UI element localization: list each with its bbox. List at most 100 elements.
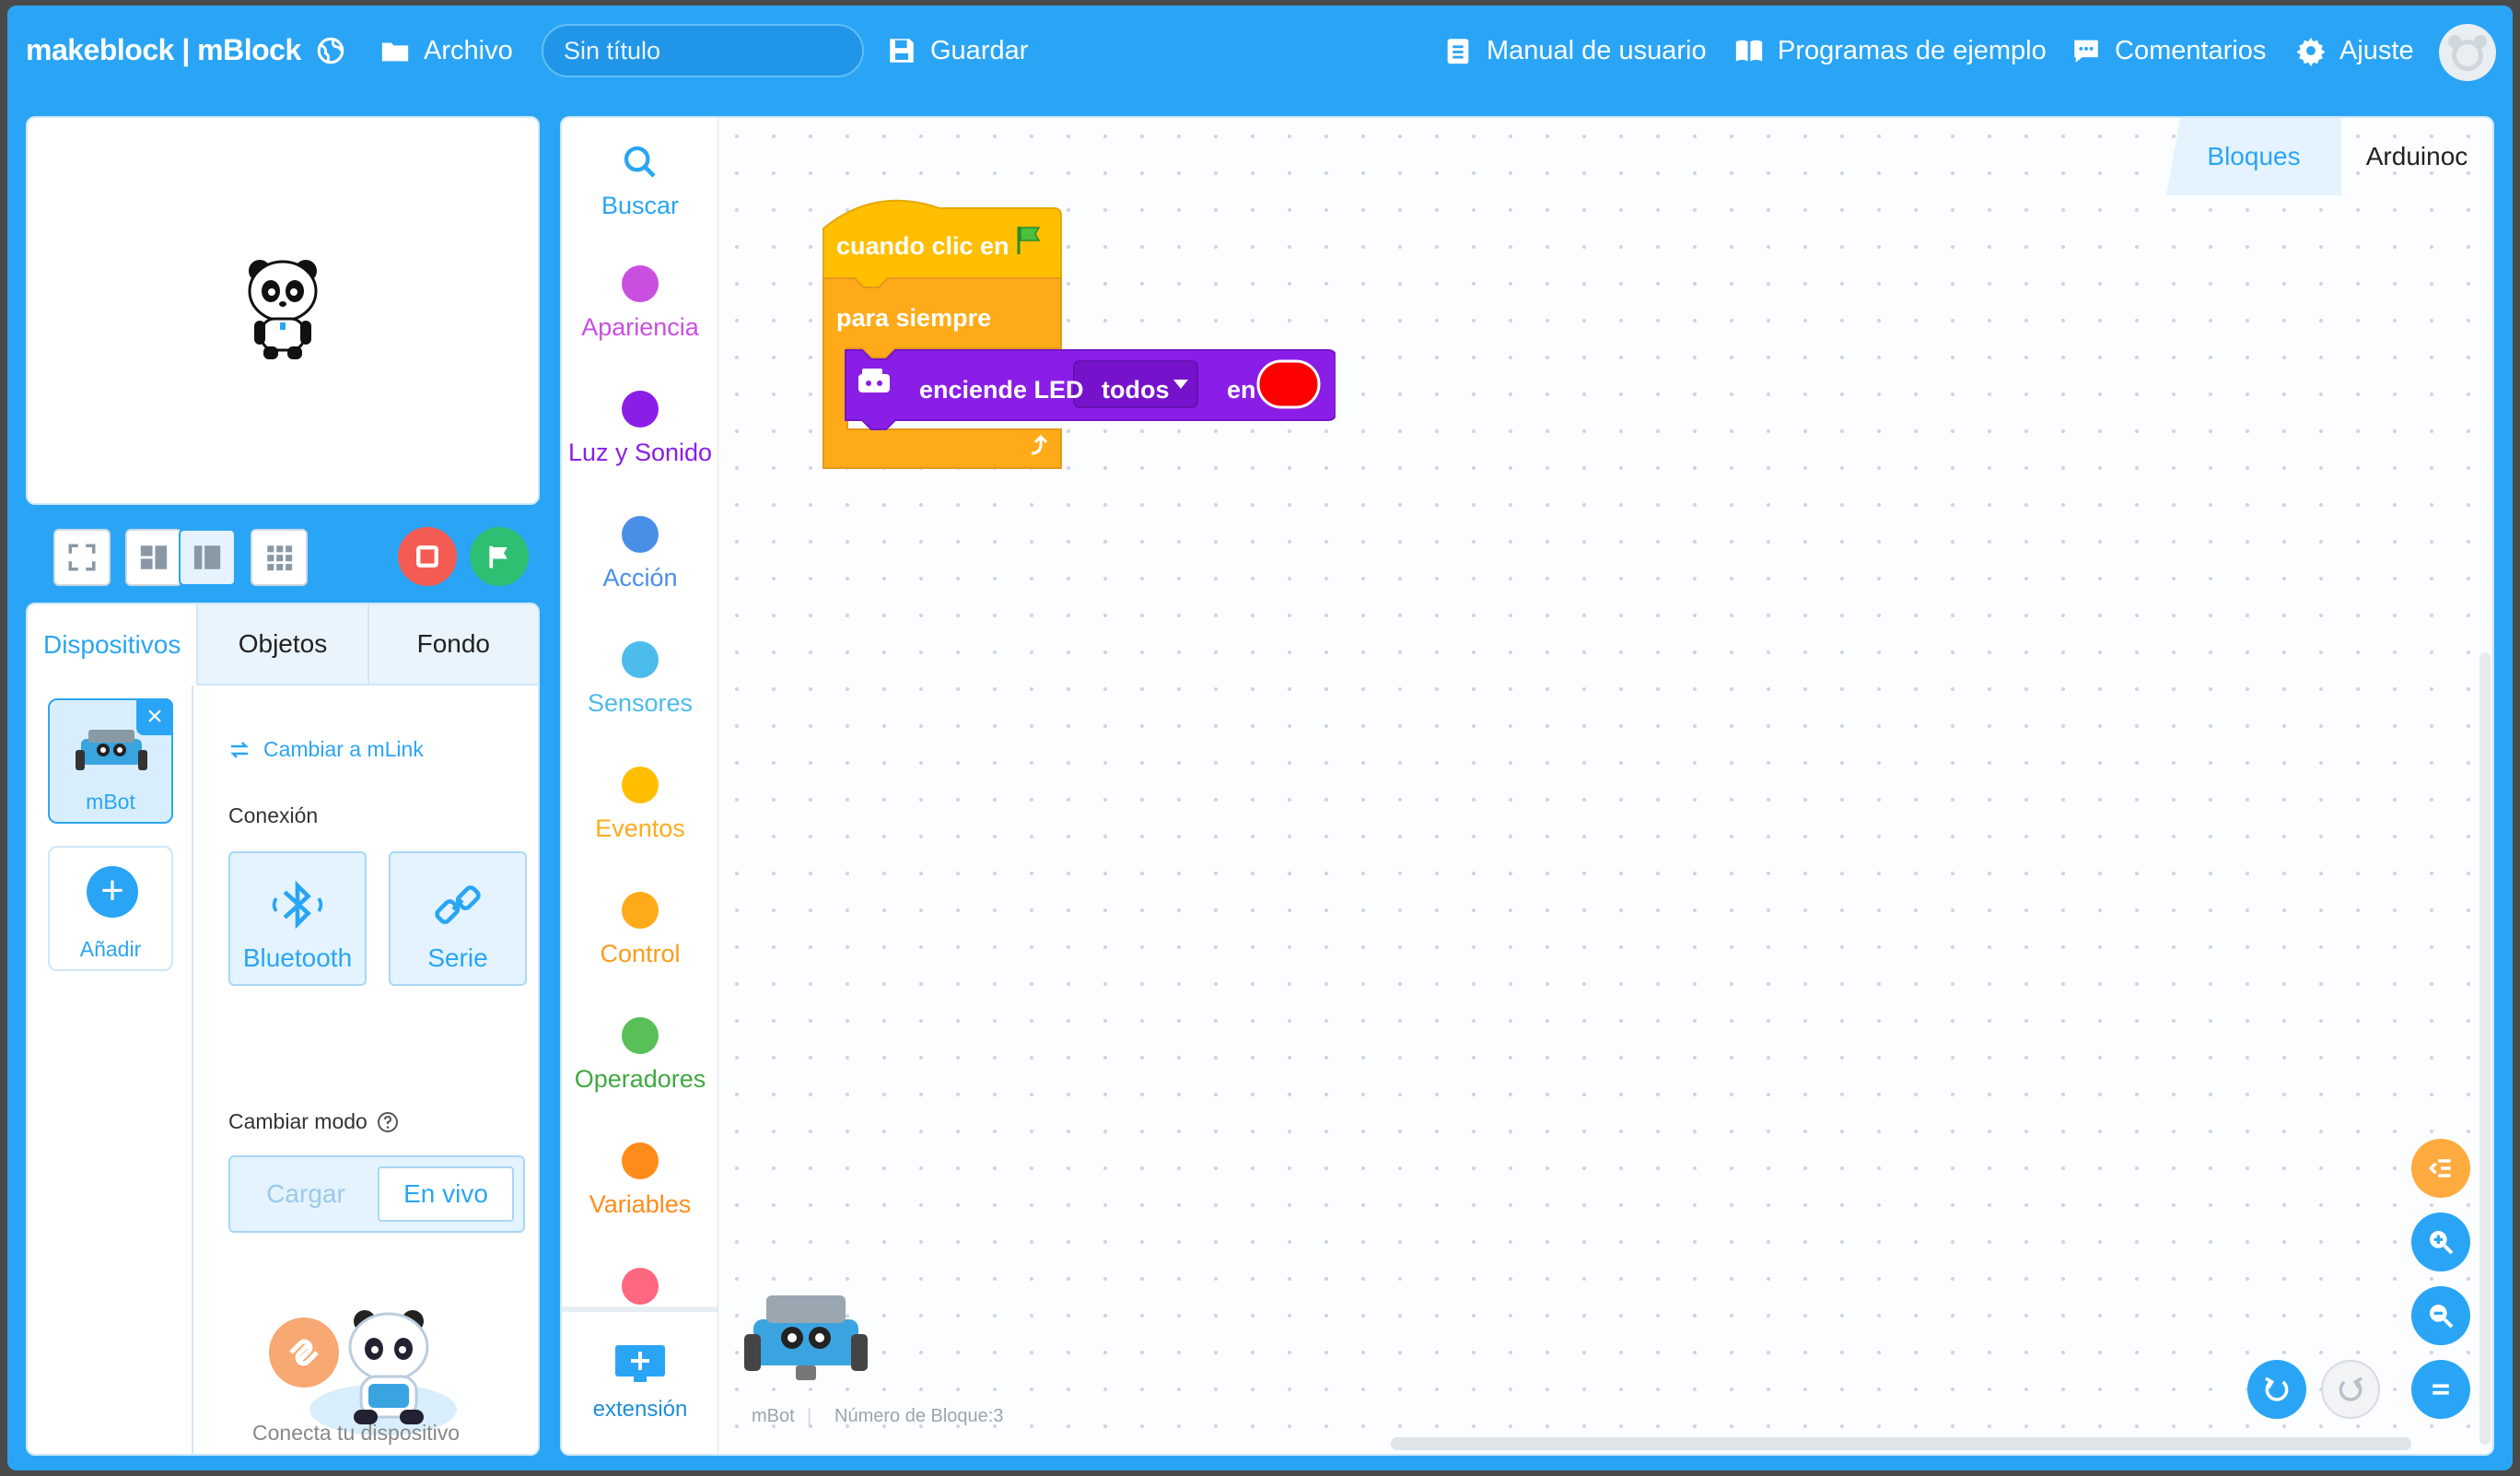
status-block-count: Número de Bloque:3	[834, 1406, 1004, 1426]
zoom-out-button[interactable]	[2411, 1286, 2470, 1345]
bluetooth-icon	[272, 880, 323, 930]
code-view-tabs: Bloques Arduinoc	[2166, 118, 2492, 195]
grid-view-button[interactable]	[251, 529, 308, 586]
bluetooth-label: Bluetooth	[242, 943, 353, 972]
led-preposition-label: en	[1227, 376, 1256, 404]
extension-button[interactable]: extensión	[562, 1306, 718, 1454]
save-button[interactable]: Guardar	[886, 35, 1028, 66]
led-color-picker[interactable]	[1256, 359, 1321, 409]
tab-blocks[interactable]: Bloques	[2166, 118, 2341, 195]
palette-action-label: Acción	[602, 564, 678, 592]
swap-icon	[230, 741, 249, 758]
panda-disconnected-illustration	[269, 1310, 457, 1435]
tab-sprites[interactable]: Objetos	[196, 604, 368, 685]
outdent-icon	[2428, 1159, 2451, 1177]
add-device-label: Añadir	[79, 937, 142, 961]
collapse-panel-button[interactable]	[2411, 1139, 2470, 1198]
file-menu-label: Archivo	[424, 35, 513, 65]
book-icon	[1735, 40, 1763, 62]
palette-light-sound-label: Luz y Sonido	[567, 439, 713, 466]
device-name: mBot	[86, 790, 135, 814]
top-bar: makeblock | mBlock Archivo Guardar Manua…	[7, 6, 2513, 98]
led-action-label: enciende LED	[919, 376, 1084, 404]
fullscreen-button[interactable]	[53, 529, 111, 586]
bluetooth-button[interactable]: Bluetooth	[228, 851, 367, 986]
live-mode-option[interactable]: En vivo	[378, 1166, 514, 1222]
equals-icon	[2432, 1384, 2449, 1395]
grid-icon	[267, 545, 293, 571]
example-programs-button[interactable]: Programas de ejemplo	[1733, 35, 2047, 66]
file-menu[interactable]: Archivo	[379, 35, 513, 66]
usb-cable-icon	[435, 885, 481, 924]
settings-label: Ajuste	[2339, 35, 2414, 65]
small-stage-button[interactable]	[125, 529, 182, 586]
project-title-input[interactable]	[542, 24, 864, 77]
app-logo: makeblock | mBlock	[26, 33, 301, 66]
folder-icon	[381, 42, 409, 62]
settings-button[interactable]: Ajuste	[2295, 35, 2414, 66]
palette-variables-label: Variables	[589, 1190, 692, 1218]
connection-label: Conexión	[228, 803, 319, 827]
when-flag-clicked-label: cuando clic en	[836, 232, 1009, 260]
stage-toolbar	[26, 518, 540, 592]
tab-devices[interactable]: Dispositivos	[28, 604, 197, 685]
device-card-mbot[interactable]: × mBot	[48, 698, 173, 824]
block-palette: Buscar Apariencia Luz y Sonido Acción Se…	[560, 116, 718, 1456]
status-device: mBot	[752, 1406, 795, 1426]
undo-button[interactable]	[2247, 1360, 2306, 1419]
panda-avatar-icon	[2448, 35, 2487, 71]
code-workspace[interactable]: Bloques Arduinoc cuando clic en para sie…	[718, 116, 2494, 1456]
user-manual-label: Manual de usuario	[1487, 35, 1707, 65]
connect-hint: Conecta tu dispositivo	[252, 1421, 461, 1445]
help-icon[interactable]	[377, 1111, 399, 1133]
stage-canvas[interactable]	[26, 116, 540, 505]
palette-operators-label: Operadores	[574, 1065, 706, 1093]
upload-mode-option[interactable]: Cargar	[238, 1166, 374, 1222]
remove-device-button[interactable]: ×	[136, 698, 173, 735]
zoom-out-icon	[2430, 1305, 2454, 1329]
change-mode-row: Cambiar modo	[228, 1109, 399, 1134]
comment-icon	[2074, 40, 2098, 63]
tab-background[interactable]: Fondo	[367, 604, 538, 685]
mbot-device-thumbnail	[744, 1295, 868, 1380]
redo-button[interactable]	[2321, 1360, 2380, 1419]
variables-dot-icon	[622, 1142, 659, 1179]
vertical-scrollbar[interactable]	[2479, 652, 2491, 1445]
operators-dot-icon	[622, 1017, 659, 1054]
serial-label: Serie	[427, 943, 488, 972]
device-panel: Dispositivos Objetos Fondo × mBot + Añad…	[26, 603, 540, 1456]
tab-arduinoc[interactable]: Arduinoc	[2341, 118, 2492, 195]
palette-sensors-label: Sensores	[587, 689, 694, 717]
palette-light-sound[interactable]: Luz y Sonido	[562, 391, 718, 501]
palette-operators[interactable]: Operadores	[562, 1017, 718, 1128]
palette-events-label: Eventos	[595, 814, 685, 842]
feedback-button[interactable]: Comentarios	[2071, 35, 2266, 66]
palette-variables[interactable]: Variables	[562, 1142, 718, 1253]
palette-control[interactable]: Control	[562, 892, 718, 1002]
undo-icon	[2265, 1376, 2289, 1401]
user-avatar[interactable]	[2439, 24, 2496, 81]
redo-icon	[2339, 1376, 2362, 1401]
green-flag-button[interactable]	[470, 527, 529, 586]
palette-action[interactable]: Acción	[562, 516, 718, 627]
palette-search[interactable]: Buscar	[562, 144, 718, 254]
palette-events[interactable]: Eventos	[562, 767, 718, 877]
zoom-in-button[interactable]	[2411, 1212, 2470, 1271]
palette-sensors[interactable]: Sensores	[562, 641, 718, 752]
palette-looks[interactable]: Apariencia	[562, 265, 718, 376]
add-device-button[interactable]: + Añadir	[48, 846, 173, 971]
language-button[interactable]	[315, 35, 346, 66]
reset-zoom-button[interactable]	[2411, 1360, 2470, 1419]
forever-label: para siempre	[836, 304, 992, 332]
status-divider: |	[807, 1406, 812, 1426]
zoom-in-icon	[2430, 1231, 2454, 1255]
horizontal-scrollbar[interactable]	[1391, 1437, 2411, 1450]
looks-dot-icon	[622, 265, 659, 302]
user-manual-button[interactable]: Manual de usuario	[1442, 35, 1707, 66]
switch-mlink-link[interactable]: Cambiar a mLink	[228, 737, 424, 762]
panda-sprite[interactable]	[241, 254, 324, 365]
serial-button[interactable]: Serie	[389, 851, 527, 986]
led-dropdown-value: todos	[1102, 376, 1170, 404]
normal-stage-button[interactable]	[179, 529, 236, 586]
stop-button[interactable]	[398, 527, 457, 586]
